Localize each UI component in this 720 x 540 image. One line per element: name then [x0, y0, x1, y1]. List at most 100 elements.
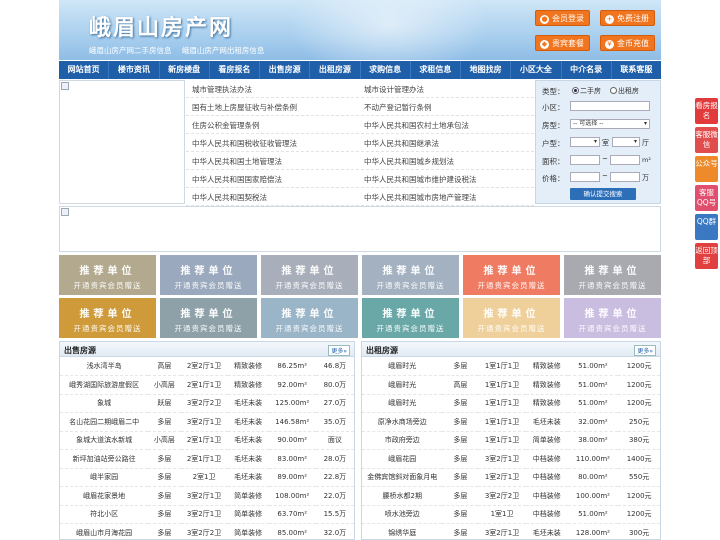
side-button[interactable]: 公众号 — [695, 156, 718, 182]
side-button[interactable]: 客服微信 — [695, 127, 718, 153]
listing-name-cell[interactable]: 峨眉花园 — [362, 449, 443, 469]
law-link[interactable]: 城市设计管理办法 — [364, 84, 424, 95]
side-button[interactable]: 看房报名 — [695, 98, 718, 124]
recommend-tile[interactable]: 推荐单位 开通贵宾会员赠送 — [362, 255, 459, 295]
header-link-rent[interactable]: 峨眉山房产网出租房信息 — [182, 46, 265, 55]
wide-banner-image-placeholder[interactable] — [59, 206, 661, 252]
community-input[interactable] — [570, 101, 650, 111]
side-button[interactable]: 返回顶部 — [695, 243, 718, 269]
nav-contact[interactable]: 联系客服 — [612, 61, 661, 79]
sale-more-link[interactable]: 更多» — [328, 345, 350, 356]
nav-home[interactable]: 网站首页 — [59, 61, 110, 79]
nav-map-search[interactable]: 地图找房 — [461, 61, 512, 79]
listing-name-cell[interactable]: 原净水商场旁边 — [362, 412, 443, 432]
table-row[interactable]: 金佛宾馆斜对面象月电 多层 1室2厅1卫 中档装修 80.00m² 550元 — [362, 468, 660, 487]
recommend-tile[interactable]: 推荐单位 开通贵宾会员赠送 — [564, 255, 661, 295]
table-row[interactable]: 符北小区 多层 3室2厅1卫 简单装修 63.70m² 15.5万 — [60, 505, 354, 524]
nav-wanted-buy[interactable]: 求购信息 — [361, 61, 411, 79]
table-row[interactable]: 峨眉山市月海花园 多层 3室2厅2卫 简单装修 85.00m² 32.0万 — [60, 523, 354, 539]
housetype-select[interactable]: -- 可选择 -- ▾ — [570, 119, 650, 129]
nav-viewing-signup[interactable]: 看房报名 — [210, 61, 260, 79]
recommend-tile[interactable]: 推荐单位 开通贵宾会员赠送 — [463, 255, 560, 295]
table-row[interactable]: 名山花园二期峨眉二中 多层 3室2厅1卫 毛坯未装 146.58m² 35.0万 — [60, 412, 354, 432]
law-link[interactable]: 住房公积金管理条例 — [192, 120, 260, 131]
table-row[interactable]: 原净水商场旁边 多层 1室1厅1卫 毛坯未装 32.00m² 250元 — [362, 412, 660, 432]
law-link[interactable]: 城市管理执法办法 — [192, 84, 252, 95]
hall-select[interactable]: ▾ — [612, 137, 640, 147]
law-link[interactable]: 中华人民共和国城市维护建设税法 — [364, 174, 477, 185]
login-button[interactable]: ● 会员登录 — [535, 10, 590, 26]
law-link[interactable]: 中华人民共和国土地管理法 — [192, 156, 282, 167]
table-row[interactable]: 新坪加油站旁公路往 多层 2室1厅1卫 毛坯未装 83.00m² 28.0万 — [60, 449, 354, 469]
table-row[interactable]: 象城 跃层 3室2厅2卫 毛坯未装 125.00m² 27.0万 — [60, 394, 354, 413]
recommend-tile[interactable]: 推荐单位 开通贵宾会员赠送 — [261, 298, 358, 338]
law-link[interactable]: 中华人民共和国契税法 — [192, 192, 267, 203]
table-row[interactable]: 峨秀湖国际旅游度假区 小高层 2室1厅1卫 精致装修 92.00m² 80.0万 — [60, 375, 354, 395]
table-row[interactable]: 峨眉时光 多层 1室1厅1卫 精致装修 51.00m² 1200元 — [362, 394, 660, 413]
area-max-input[interactable] — [610, 155, 640, 165]
price-min-input[interactable] — [570, 172, 600, 182]
nav-wanted-rent[interactable]: 求租信息 — [411, 61, 461, 79]
nav-new-homes[interactable]: 新房楼盘 — [160, 61, 210, 79]
table-row[interactable]: 象城大道滨水新城 小高层 2室1厅1卫 毛坯未装 90.00m² 面议 — [60, 431, 354, 450]
listing-name-cell[interactable]: 峨眉时光 — [362, 394, 443, 413]
table-row[interactable]: 峨眉花家景地 多层 3室2厅1卫 简单装修 108.00m² 22.0万 — [60, 486, 354, 506]
search-submit-button[interactable]: 确认提交搜索 — [570, 188, 636, 200]
law-link[interactable]: 国有土地上房屋征收与补偿条例 — [192, 102, 297, 113]
side-button[interactable]: 客服QQ号 — [695, 185, 718, 211]
listing-name-cell[interactable]: 名山花园二期峨眉二中 — [60, 412, 149, 432]
recommend-tile[interactable]: 推荐单位 开通贵宾会员赠送 — [261, 255, 358, 295]
table-row[interactable]: 浅水湾半岛 高层 2室2厅1卫 精致装修 86.25m² 46.8万 — [60, 357, 354, 376]
type-radio-secondhand[interactable]: 二手房 — [572, 86, 601, 96]
site-logo-title[interactable]: 峨眉山房产网 — [89, 10, 233, 42]
listing-name-cell[interactable]: 峨眉山市月海花园 — [60, 523, 149, 539]
area-min-input[interactable] — [570, 155, 600, 165]
register-button[interactable]: + 免费注册 — [600, 10, 655, 26]
table-row[interactable]: 峨眉花园 多层 3室2厅1卫 中档装修 110.00m² 1400元 — [362, 449, 660, 469]
law-link[interactable]: 中华人民共和国税收征收管理法 — [192, 138, 297, 149]
law-link[interactable]: 中华人民共和国城乡规划法 — [364, 156, 454, 167]
nav-rent-listings[interactable]: 出租房源 — [310, 61, 361, 79]
law-link[interactable]: 中华人民共和国城市房地产管理法 — [364, 192, 477, 203]
recommend-tile[interactable]: 推荐单位 开通贵宾会员赠送 — [362, 298, 459, 338]
table-row[interactable]: 市政府旁边 多层 1室1厅1卫 简单装修 38.00m² 380元 — [362, 431, 660, 450]
nav-communities[interactable]: 小区大全 — [511, 61, 562, 79]
listing-name-cell[interactable]: 金佛宾馆斜对面象月电 — [362, 468, 443, 487]
listing-name-cell[interactable]: 峨半家园 — [60, 468, 149, 487]
coin-recharge-button[interactable]: ¥ 金币充值 — [600, 35, 655, 51]
recommend-tile[interactable]: 推荐单位 开通贵宾会员赠送 — [463, 298, 560, 338]
listing-name-cell[interactable]: 峨眉时光 — [362, 357, 443, 376]
listing-name-cell[interactable]: 符北小区 — [60, 505, 149, 524]
recommend-tile[interactable]: 推荐单位 开通贵宾会员赠送 — [59, 298, 156, 338]
table-row[interactable]: 锦绣华庭 多层 3室2厅1卫 毛坯未装 128.00m² 300元 — [362, 523, 660, 539]
listing-name-cell[interactable]: 象城大道滨水新城 — [60, 431, 149, 450]
listing-name-cell[interactable]: 峨秀湖国际旅游度假区 — [60, 375, 149, 395]
table-row[interactable]: 喷水池旁边 多层 1室1卫 中档装修 51.00m² 1200元 — [362, 505, 660, 524]
listing-name-cell[interactable]: 象城 — [60, 394, 149, 413]
law-link[interactable]: 中华人民共和国农村土地承包法 — [364, 120, 469, 131]
listing-name-cell[interactable]: 腰桥水都2期 — [362, 486, 443, 506]
law-link[interactable]: 中华人民共和国继承法 — [364, 138, 439, 149]
nav-news[interactable]: 楼市资讯 — [109, 61, 160, 79]
table-row[interactable]: 腰桥水都2期 多层 3室2厅2卫 中档装修 100.00m² 1200元 — [362, 486, 660, 506]
recommend-tile[interactable]: 推荐单位 开通贵宾会员赠送 — [160, 255, 257, 295]
nav-agents[interactable]: 中介名录 — [562, 61, 612, 79]
recommend-tile[interactable]: 推荐单位 开通贵宾会员赠送 — [564, 298, 661, 338]
recommend-tile[interactable]: 推荐单位 开通贵宾会员赠送 — [59, 255, 156, 295]
recommend-tile[interactable]: 推荐单位 开通贵宾会员赠送 — [160, 298, 257, 338]
listing-name-cell[interactable]: 锦绣华庭 — [362, 523, 443, 539]
table-row[interactable]: 峨眉时光 多层 1室1厅1卫 精致装修 51.00m² 1200元 — [362, 357, 660, 376]
nav-sale-listings[interactable]: 出售房源 — [260, 61, 311, 79]
table-row[interactable]: 峨眉时光 高层 1室1厅1卫 精致装修 51.00m² 1200元 — [362, 375, 660, 395]
room-select[interactable]: ▾ — [570, 137, 600, 147]
price-max-input[interactable] — [610, 172, 640, 182]
listing-name-cell[interactable]: 峨眉花家景地 — [60, 486, 149, 506]
rent-more-link[interactable]: 更多» — [634, 345, 656, 356]
header-link-sale[interactable]: 峨眉山房产网二手房信息 — [89, 46, 172, 55]
listing-name-cell[interactable]: 喷水池旁边 — [362, 505, 443, 524]
law-link[interactable]: 中华人民共和国国家赔偿法 — [192, 174, 282, 185]
table-row[interactable]: 峨半家园 多层 2室1卫 毛坯未装 89.00m² 22.8万 — [60, 468, 354, 487]
banner-image-placeholder[interactable] — [59, 80, 185, 204]
listing-name-cell[interactable]: 新坪加油站旁公路往 — [60, 449, 149, 469]
listing-name-cell[interactable]: 市政府旁边 — [362, 431, 443, 450]
